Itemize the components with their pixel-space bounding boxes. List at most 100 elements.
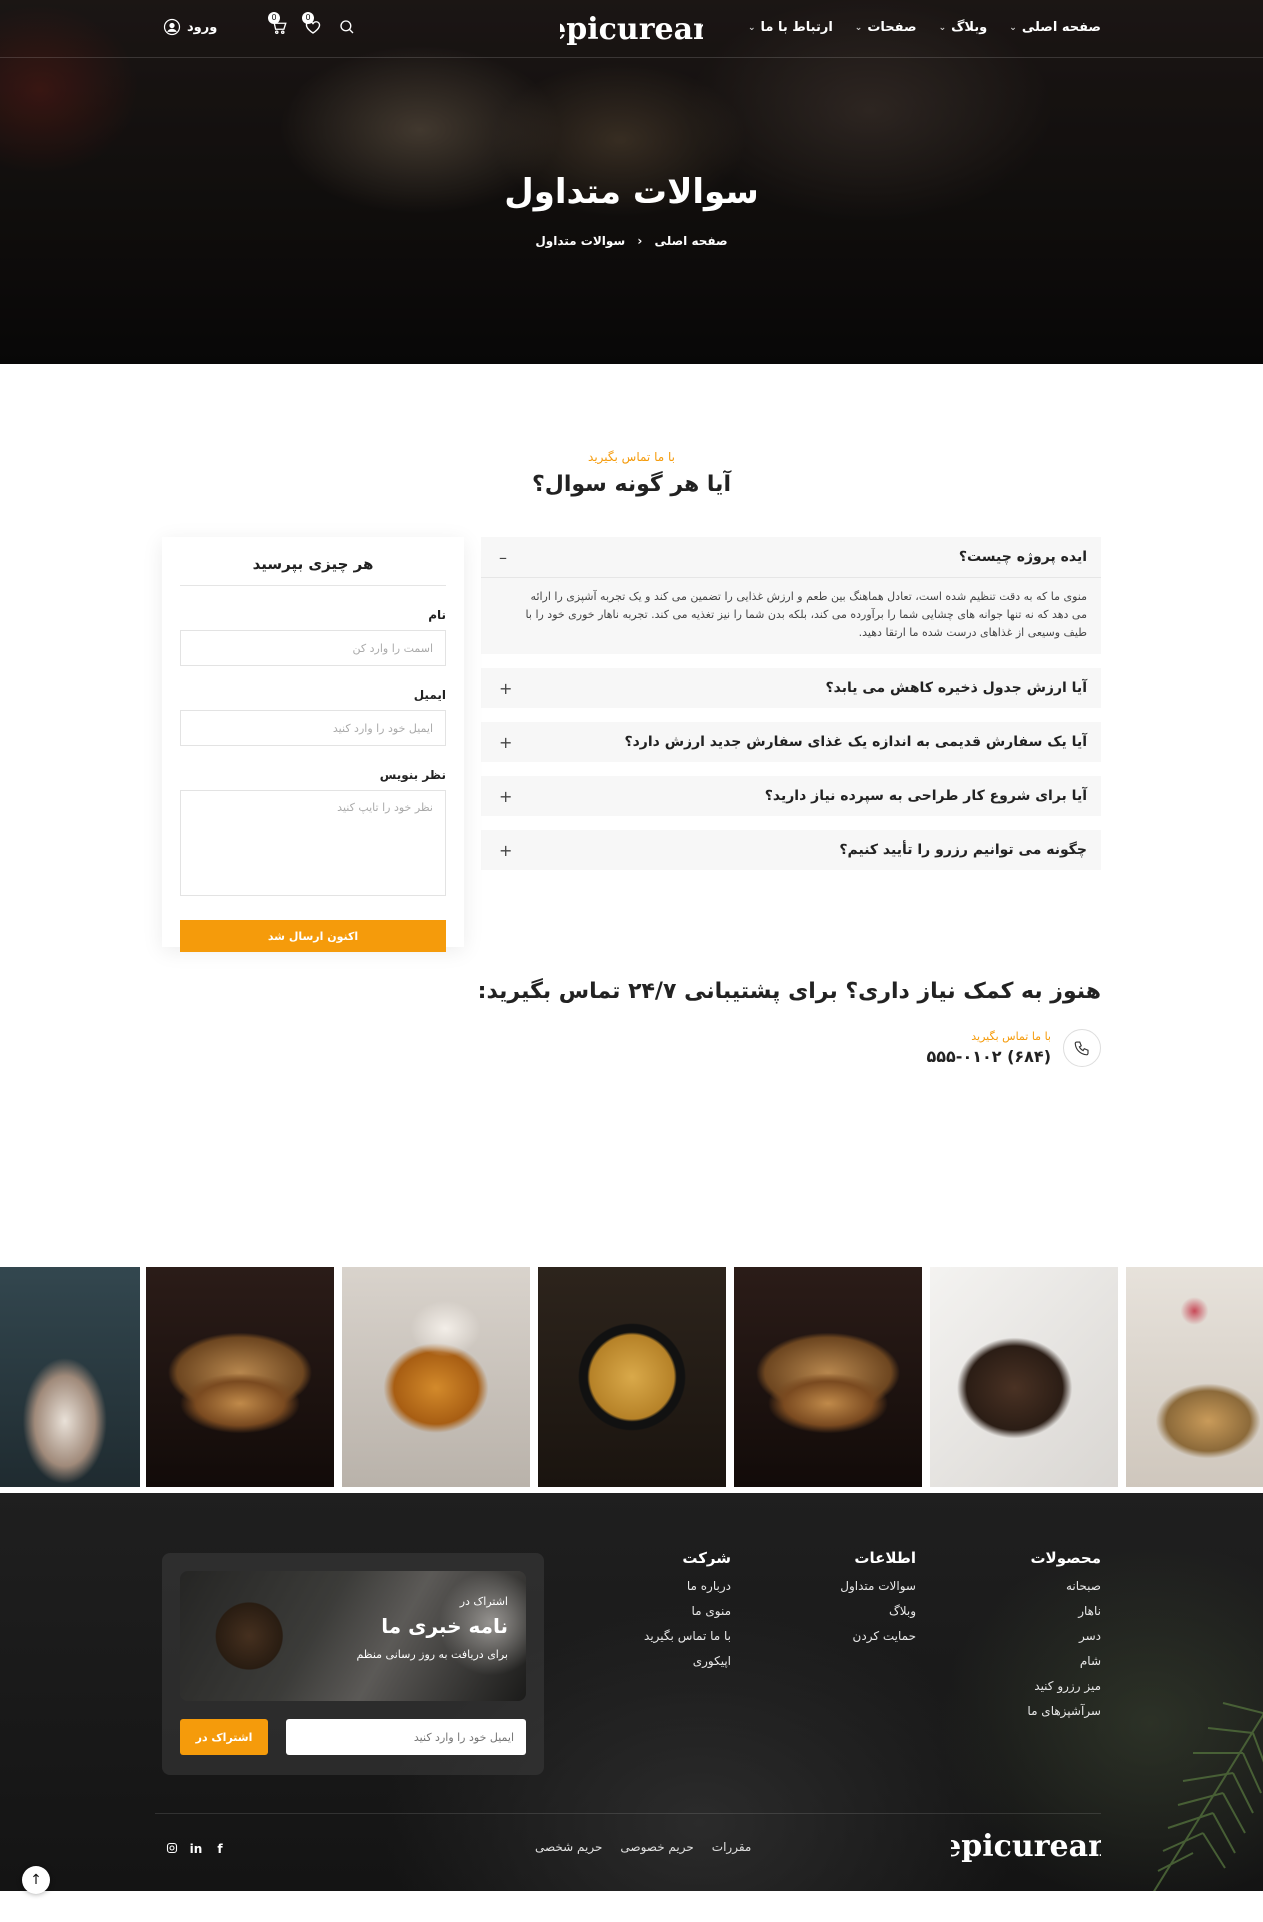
minus-icon: – — [499, 547, 507, 567]
phone-number[interactable]: (۶۸۴) ۵۵۵-۰۱۰۲ — [927, 1047, 1052, 1066]
food-gallery — [0, 1267, 1263, 1487]
scroll-to-top-button[interactable]: ↑ — [22, 1866, 50, 1894]
help-title: هنوز به کمک نیاز داری؟ برای پشتیبانی ۲۴/… — [477, 979, 1101, 1004]
footer-link[interactable]: میز رزرو کنید — [1027, 1679, 1101, 1693]
faq-accordion: ایده پروژه چیست؟ – منوی ما که به دقت تنظ… — [481, 537, 1101, 884]
footer-link[interactable]: سرآشپزهای ما — [1027, 1704, 1101, 1718]
footer-link[interactable]: شام — [1027, 1654, 1101, 1668]
nav-item-blog[interactable]: وبلاگ ⌄ — [939, 20, 988, 35]
nav-item-pages[interactable]: صفحات ⌄ — [855, 20, 917, 35]
heart-icon[interactable]: 0 — [302, 12, 322, 36]
help-contact: با ما تماس بگیرید (۶۸۴) ۵۵۵-۰۱۰۲ — [927, 1029, 1101, 1067]
instagram-icon[interactable] — [165, 1842, 179, 1857]
footer-link[interactable]: با ما تماس بگیرید — [644, 1629, 731, 1643]
breadcrumb-home[interactable]: صفحه اصلی — [655, 234, 728, 248]
faq-answer: منوی ما که به دقت تنظیم شده است، تعادل ه… — [481, 577, 1101, 654]
nav-menu: صفحه اصلی ⌄ وبلاگ ⌄ صفحات ⌄ ارتباط با ما ⌄ — [748, 20, 1101, 35]
submit-button[interactable]: اکنون ارسال شد — [180, 920, 446, 952]
gallery-image-pancakes[interactable] — [342, 1267, 530, 1487]
faq-item-header[interactable]: آیا ارزش جدول ذخیره کاهش می یابد؟ + — [481, 668, 1101, 708]
footer-link[interactable]: صبحانه — [1027, 1579, 1101, 1593]
footer-column-title: اطلاعات — [854, 1549, 916, 1567]
help-section: هنوز به کمک نیاز داری؟ برای پشتیبانی ۲۴/… — [0, 967, 1263, 1187]
footer-link[interactable]: ناهار — [1027, 1604, 1101, 1618]
faq-area: ایده پروژه چیست؟ – منوی ما که به دقت تنظ… — [0, 537, 1263, 967]
footer-link[interactable]: سوالات متداول — [840, 1579, 916, 1593]
gallery-image-hot-chocolate[interactable] — [0, 1267, 140, 1487]
footer: اشتراک در نامه خبری ما برای دریافت به رو… — [0, 1493, 1263, 1891]
faq-question: آیا ارزش جدول ذخیره کاهش می یابد؟ — [825, 680, 1088, 696]
login-link[interactable]: ورود — [163, 18, 217, 36]
newsletter-image: اشتراک در نامه خبری ما برای دریافت به رو… — [180, 1571, 526, 1701]
faq-item-header[interactable]: چگونه می توانیم رزرو را تأیید کنیم؟ + — [481, 830, 1101, 870]
footer-legal-link[interactable]: حریم شخصی — [535, 1840, 602, 1854]
chevron-down-icon: ⌄ — [747, 22, 756, 33]
footer-link[interactable]: اپیکوری — [644, 1654, 731, 1668]
newsletter-card: اشتراک در نامه خبری ما برای دریافت به رو… — [162, 1553, 544, 1775]
main-nav: صفحه اصلی⌄ وبلاگ⌄ صفحات⌄ ارتباط با ما⌄ e… — [0, 0, 1263, 58]
brand-logo-text: epicurean — [560, 12, 703, 47]
faq-question: چگونه می توانیم رزرو را تأیید کنیم؟ — [839, 842, 1087, 858]
faq-item-header[interactable]: ایده پروژه چیست؟ – — [481, 537, 1101, 577]
search-icon[interactable] — [338, 18, 356, 36]
linkedin-icon[interactable]: in — [189, 1842, 203, 1857]
footer-link[interactable]: منوی ما — [644, 1604, 731, 1618]
gallery-image-crackers-board[interactable] — [1126, 1267, 1263, 1487]
faq-item: ایده پروژه چیست؟ – منوی ما که به دقت تنظ… — [481, 537, 1101, 654]
footer-column-company: شرکت درباره ما منوی ما با ما تماس بگیرید… — [644, 1549, 731, 1679]
newsletter-text: اشتراک در نامه خبری ما برای دریافت به رو… — [356, 1595, 508, 1661]
name-label: نام — [428, 608, 446, 622]
contact-text: با ما تماس بگیرید (۶۸۴) ۵۵۵-۰۱۰۲ — [927, 1030, 1052, 1066]
faq-item-header[interactable]: آیا یک سفارش قدیمی به اندازه یک غذای سفا… — [481, 722, 1101, 762]
faq-section-header: با ما تماس بگیرید آیا هر گونه سوال؟ — [0, 450, 1263, 497]
comment-textarea[interactable] — [180, 790, 446, 896]
footer-brand-logo[interactable]: epicurean — [951, 1826, 1101, 1866]
user-icon — [163, 18, 181, 36]
footer-legal-links: مقررات حریم خصوصی حریم شخصی — [535, 1840, 751, 1854]
chevron-down-icon: ⌄ — [1009, 22, 1017, 33]
faq-item: آیا ارزش جدول ذخیره کاهش می یابد؟ + — [481, 668, 1101, 708]
newsletter-subtitle: برای دریافت به روز رسانی منظم — [356, 1648, 508, 1661]
cart-icon[interactable]: 0 — [268, 12, 288, 36]
gallery-image-burger[interactable] — [734, 1267, 922, 1487]
plus-icon: + — [499, 678, 513, 698]
brand-logo[interactable]: epicurean — [560, 10, 703, 48]
faq-item-header[interactable]: آیا برای شروع کار طراحی به سپرده نیاز دا… — [481, 776, 1101, 816]
email-input[interactable] — [180, 710, 446, 746]
arrow-up-icon: ↑ — [30, 1872, 42, 1888]
chevron-down-icon: ⌄ — [854, 22, 863, 33]
facebook-icon[interactable]: f — [213, 1842, 227, 1857]
phone-icon[interactable] — [1063, 1029, 1101, 1067]
nav-item-contact[interactable]: ارتباط با ما ⌄ — [748, 20, 833, 35]
breadcrumb-current: سوالات متداول — [535, 234, 626, 248]
login-label: ورود — [187, 19, 218, 35]
gallery-image-grilled-meat[interactable] — [930, 1267, 1118, 1487]
nav-item-home[interactable]: صفحه اصلی ⌄ — [1009, 20, 1101, 35]
page-title: سوالات متداول — [504, 172, 759, 212]
faq-item: آیا برای شروع کار طراحی به سپرده نیاز دا… — [481, 776, 1101, 816]
gallery-image-burger[interactable] — [146, 1267, 334, 1487]
footer-link[interactable]: حمایت کردن — [840, 1629, 916, 1643]
footer-link[interactable]: وبلاگ — [840, 1604, 916, 1618]
chevron-left-icon: ‹ — [637, 234, 643, 248]
name-input[interactable] — [180, 630, 446, 666]
footer-column-info: اطلاعات سوالات متداول وبلاگ حمایت کردن — [840, 1549, 916, 1654]
newsletter-title: نامه خبری ما — [381, 1614, 508, 1638]
footer-legal-link[interactable]: مقررات — [712, 1840, 752, 1854]
footer-column-title: شرکت — [682, 1549, 731, 1567]
faq-question: آیا یک سفارش قدیمی به اندازه یک غذای سفا… — [624, 734, 1087, 750]
newsletter-small: اشتراک در — [459, 1595, 508, 1608]
subscribe-button[interactable]: اشتراک در — [180, 1719, 268, 1755]
footer-logo-text: epicurean — [951, 1829, 1101, 1864]
ask-form-title: هر چیزی بپرسید — [180, 555, 446, 586]
breadcrumb: صفحه اصلی ‹ سوالات متداول — [0, 234, 1263, 248]
gallery-image-shrimp-rice[interactable] — [538, 1267, 726, 1487]
footer-legal-link[interactable]: حریم خصوصی — [620, 1840, 693, 1854]
newsletter-email-input[interactable] — [286, 1719, 526, 1755]
newsletter-form: اشتراک در — [180, 1719, 526, 1755]
footer-link[interactable]: درباره ما — [644, 1579, 731, 1593]
faq-eyebrow: با ما تماس بگیرید — [588, 450, 675, 464]
faq-item: چگونه می توانیم رزرو را تأیید کنیم؟ + — [481, 830, 1101, 870]
footer-link[interactable]: دسر — [1027, 1629, 1101, 1643]
chevron-down-icon: ⌄ — [938, 22, 947, 33]
